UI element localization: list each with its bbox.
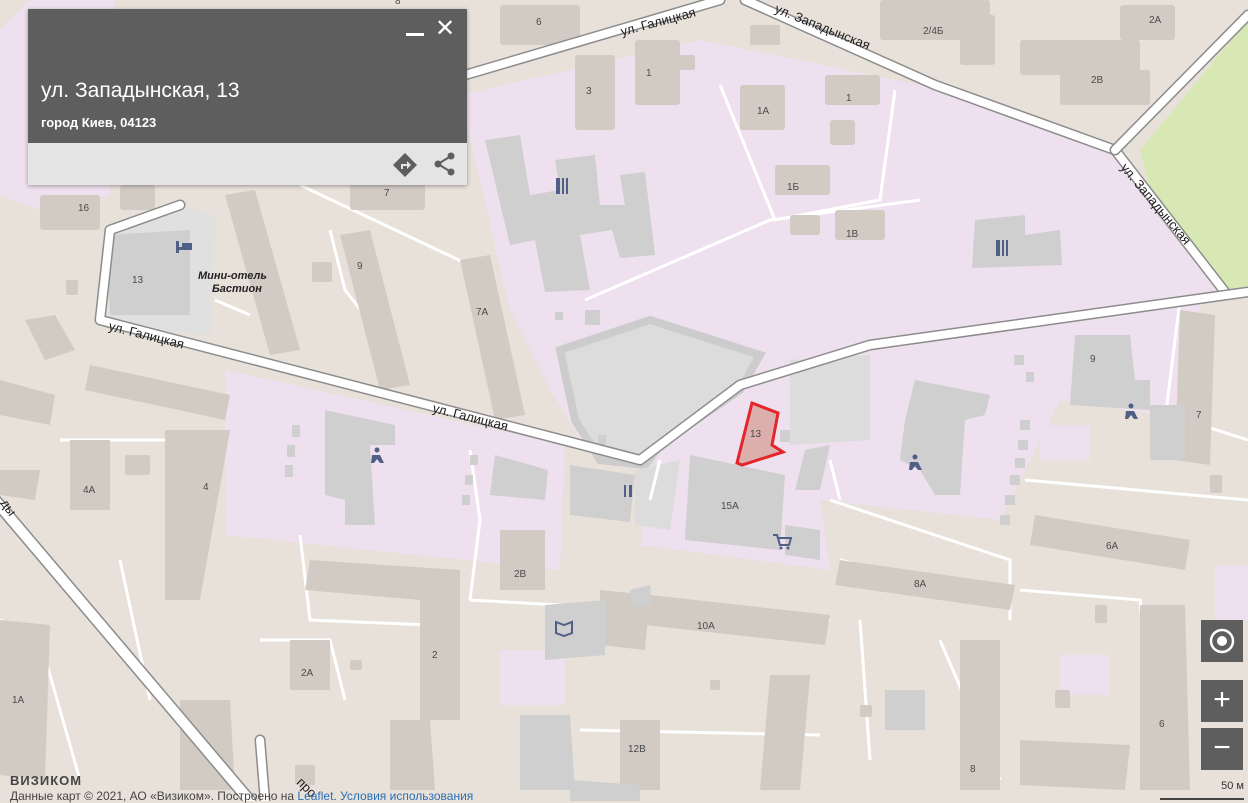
popup-title: ул. Западынская, 13 — [41, 79, 240, 102]
house-number: 7 — [384, 188, 390, 199]
house-number: 13 — [132, 275, 144, 286]
house-number: 8 — [970, 764, 976, 775]
plus-icon: + — [1213, 683, 1231, 716]
house-number: 1В — [846, 229, 859, 240]
house-number: 9 — [357, 261, 363, 272]
house-number: 2А — [1149, 15, 1162, 26]
hotel-poi-label[interactable]: Бастион — [212, 283, 262, 295]
popup-footer — [28, 143, 467, 185]
locate-icon — [1209, 628, 1235, 654]
house-number: 4 — [203, 482, 209, 493]
address-popup: ✕ ул. Западынская, 13 город Киев, 04123 — [28, 9, 467, 185]
house-number: 1А — [757, 106, 770, 117]
house-number: 10А — [697, 621, 715, 632]
house-number: 16 — [78, 203, 90, 214]
zoom-in-button[interactable]: + — [1201, 680, 1243, 722]
popup-header: ✕ ул. Западынская, 13 город Киев, 04123 — [28, 9, 467, 143]
house-number: 6 — [1159, 719, 1165, 730]
house-number: 4А — [83, 485, 96, 496]
hotel-poi-label[interactable]: Мини-отель — [198, 270, 267, 282]
house-number: 7А — [476, 307, 489, 318]
school-icon — [996, 240, 1008, 256]
popup-subtitle: город Киев, 04123 — [41, 115, 157, 130]
house-number: 1 — [646, 68, 652, 79]
house-number: 8 — [395, 0, 401, 7]
house-number: 7 — [1196, 410, 1202, 421]
minimize-icon[interactable] — [405, 22, 425, 42]
route-icon[interactable] — [392, 152, 418, 178]
house-number: 6 — [536, 17, 542, 28]
house-number: 8А — [914, 579, 927, 590]
vizicom-logo: ВИЗИКОМ — [10, 773, 83, 788]
zoom-out-button[interactable]: − — [1201, 728, 1243, 770]
house-number: 2В — [1091, 75, 1104, 86]
scale-bar: 50 м — [1160, 780, 1244, 800]
house-number: 1Б — [787, 182, 800, 193]
house-number: 2А — [301, 668, 314, 679]
house-number: 1А — [12, 695, 25, 706]
house-number: 13 — [750, 429, 762, 440]
house-number: 2/4Б — [923, 26, 944, 37]
minus-icon: − — [1213, 731, 1231, 764]
house-number: 12В — [628, 744, 646, 755]
house-number: 1 — [846, 93, 852, 104]
school-icon — [556, 178, 568, 194]
house-number: 6А — [1106, 541, 1119, 552]
house-number: 9 — [1090, 354, 1096, 365]
locate-button[interactable] — [1201, 620, 1243, 662]
house-number: 3 — [586, 86, 592, 97]
share-icon[interactable] — [432, 151, 458, 177]
house-number: 15А — [721, 501, 739, 512]
house-number: 2В — [514, 569, 527, 580]
house-number: 2 — [432, 650, 438, 661]
close-icon[interactable]: ✕ — [433, 17, 457, 41]
